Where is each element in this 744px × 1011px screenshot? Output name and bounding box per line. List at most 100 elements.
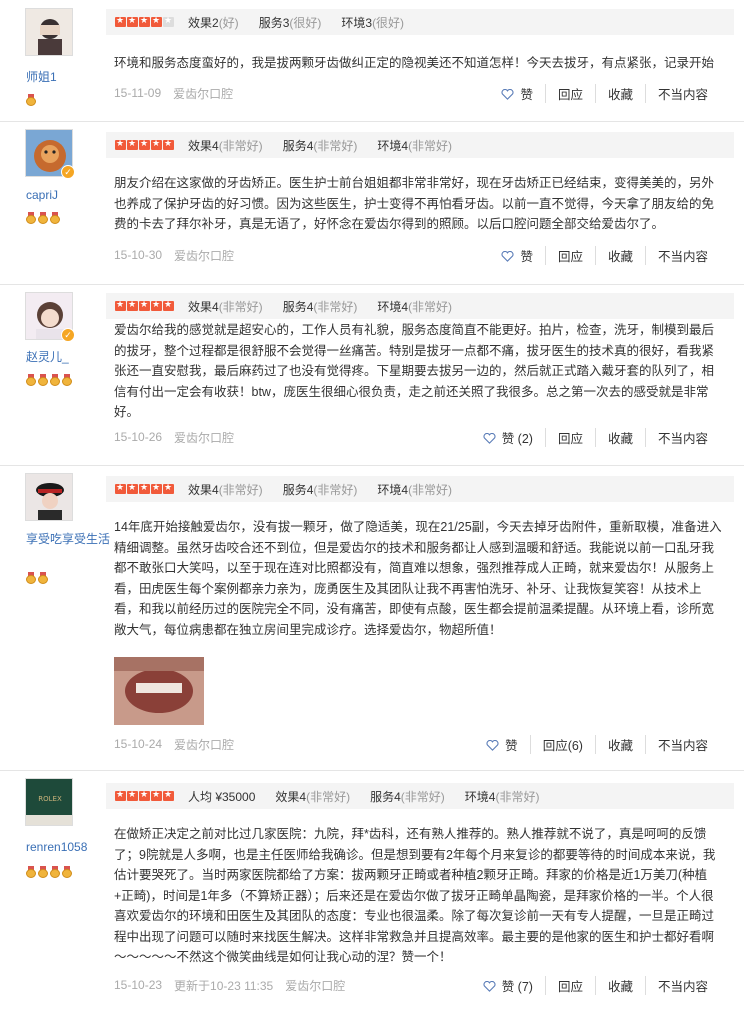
review-photo[interactable]: [114, 657, 204, 725]
medal-icon: [38, 212, 48, 224]
review-text: 在做矫正决定之前对比过几家医院：九院，拜*齿科，还有熟人推荐的。熟人推荐就不说了…: [114, 827, 716, 964]
score-effect: 效果2(好): [188, 15, 239, 30]
score-service: 服务4(非常好): [282, 299, 358, 314]
medal-icon: [26, 866, 36, 878]
like-button[interactable]: 赞: [489, 246, 545, 265]
like-button[interactable]: 赞: [489, 84, 545, 103]
star-filled-icon: [151, 299, 162, 311]
heart-icon: [501, 250, 514, 262]
user-medals: [26, 374, 72, 386]
clinic-link[interactable]: 爱齿尔口腔: [174, 247, 234, 264]
clinic-link[interactable]: 爱齿尔口腔: [173, 85, 233, 102]
report-button[interactable]: 不当内容: [644, 245, 720, 265]
reply-button[interactable]: 回应: [544, 83, 595, 103]
score-bar: 效果4(非常好) 服务4(非常好) 环境4(非常好): [106, 132, 734, 158]
medal-icon: [50, 374, 60, 386]
star-filled-icon: [139, 15, 150, 27]
report-button[interactable]: 不当内容: [644, 734, 720, 754]
reply-button[interactable]: 回应: [544, 975, 595, 995]
favorite-button[interactable]: 收藏: [594, 734, 645, 754]
review-text: 爱齿尔给我的感觉就是超安心的，工作人员有礼貌，服务态度简直不能更好。拍片，检查，…: [114, 323, 715, 419]
reply-button[interactable]: 回应: [544, 245, 595, 265]
reply-button[interactable]: 回应(6): [529, 734, 595, 754]
avatar[interactable]: [25, 473, 73, 521]
review-date: 15-10-30: [114, 248, 163, 262]
review-actions: 赞 回应 收藏 不当内容: [489, 83, 720, 103]
rating-stars: [115, 299, 174, 311]
report-button[interactable]: 不当内容: [644, 975, 720, 995]
favorite-button[interactable]: 收藏: [594, 975, 645, 995]
like-button[interactable]: 赞 (2): [471, 428, 545, 447]
report-button[interactable]: 不当内容: [644, 83, 720, 103]
verified-badge: ✓: [61, 328, 75, 342]
username[interactable]: capriJ: [26, 187, 110, 203]
medal-icon: [38, 866, 48, 878]
heart-icon: [483, 980, 496, 992]
star-filled-icon: [139, 482, 150, 494]
rating-stars: [115, 482, 174, 494]
username[interactable]: 赵灵儿_: [26, 349, 110, 365]
star-filled-icon: [151, 138, 162, 150]
star-filled-icon: [115, 482, 126, 494]
star-filled-icon: [163, 482, 174, 494]
score-effect: 效果4(非常好): [188, 482, 263, 497]
review-actions: 赞 回应 收藏 不当内容: [489, 245, 720, 265]
favorite-button[interactable]: 收藏: [594, 245, 645, 265]
score-effect: 效果4(非常好): [275, 789, 351, 804]
user-medals: [26, 212, 60, 224]
favorite-button[interactable]: 收藏: [594, 427, 645, 447]
favorite-button[interactable]: 收藏: [594, 83, 645, 103]
star-filled-icon: [127, 138, 138, 150]
score-service: 服务3(很好): [258, 15, 322, 30]
heart-icon: [486, 739, 499, 751]
medal-icon: [38, 374, 48, 386]
username[interactable]: 师姐1: [26, 69, 110, 85]
star-empty-icon: [163, 15, 174, 27]
review-text: 朋友介绍在这家做的牙齿矫正。医生护士前台姐姐都非常非常好，现在牙齿矫正已经结束，…: [114, 176, 715, 231]
star-filled-icon: [127, 789, 138, 801]
score-service: 服务4(非常好): [282, 138, 358, 153]
like-button[interactable]: 赞: [474, 735, 530, 754]
heart-icon: [483, 432, 496, 444]
score-environment: 环境4(非常好): [377, 299, 453, 314]
score-service: 服务4(非常好): [282, 482, 358, 497]
clinic-link[interactable]: 爱齿尔口腔: [285, 977, 345, 994]
score-effect: 效果4(非常好): [188, 299, 263, 314]
avatar[interactable]: ROLEX: [25, 778, 73, 826]
score-bar: 人均 ¥35000 效果4(非常好) 服务4(非常好) 环境4(非常好): [106, 783, 734, 809]
star-filled-icon: [163, 789, 174, 801]
star-filled-icon: [115, 138, 126, 150]
price-per-person: 人均 ¥35000: [188, 789, 256, 804]
divider: [0, 770, 744, 771]
score-bar: 效果4(非常好) 服务4(非常好) 环境4(非常好): [106, 293, 734, 319]
rating-stars: [115, 789, 174, 801]
score-effect: 效果4(非常好): [188, 138, 263, 153]
username[interactable]: 享受吃享受生活: [26, 531, 110, 547]
report-button[interactable]: 不当内容: [644, 427, 720, 447]
review-date: 15-10-23: [114, 978, 163, 992]
medal-icon: [26, 212, 36, 224]
avatar[interactable]: [25, 8, 73, 56]
clinic-link[interactable]: 爱齿尔口腔: [174, 736, 234, 753]
username[interactable]: renren1058: [26, 839, 110, 855]
star-filled-icon: [127, 15, 138, 27]
score-environment: 环境4(非常好): [464, 789, 540, 804]
medal-icon: [50, 866, 60, 878]
medal-icon: [62, 866, 72, 878]
score-environment: 环境3(很好): [341, 15, 405, 30]
review-actions: 赞 回应(6) 收藏 不当内容: [474, 734, 720, 754]
score-environment: 环境4(非常好): [377, 482, 453, 497]
star-filled-icon: [151, 789, 162, 801]
divider: [0, 284, 744, 285]
star-filled-icon: [151, 15, 162, 27]
verified-badge: ✓: [61, 165, 75, 179]
clinic-link[interactable]: 爱齿尔口腔: [174, 429, 234, 446]
heart-icon: [501, 88, 514, 100]
reply-button[interactable]: 回应: [544, 427, 595, 447]
like-button[interactable]: 赞 (7): [471, 976, 545, 995]
user-medals: [26, 572, 48, 584]
score-environment: 环境4(非常好): [377, 138, 453, 153]
medal-icon: [26, 374, 36, 386]
review-updated: 更新于10-23 11:35: [174, 978, 274, 993]
review-text: 环境和服务态度蛮好的，我是拔两颗牙齿做纠正定的隐视美还不知道怎样！今天去拔牙，有…: [114, 56, 715, 70]
